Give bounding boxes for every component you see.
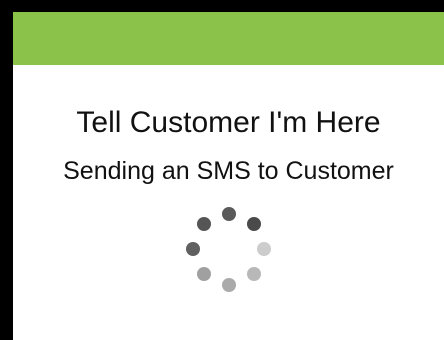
spinner-dot (186, 242, 200, 256)
spinner-dot (247, 267, 261, 281)
loading-spinner-icon (185, 206, 275, 296)
spinner-dot (257, 242, 271, 256)
spinner-dot (222, 278, 236, 292)
spinner-dot (247, 217, 261, 231)
page-title: Tell Customer I'm Here (76, 106, 381, 139)
dialog-panel: Tell Customer I'm Here Sending an SMS to… (13, 12, 444, 340)
status-message: Sending an SMS to Customer (63, 157, 394, 185)
spinner-dot (197, 267, 211, 281)
spinner-dot (197, 217, 211, 231)
header-bar (13, 12, 444, 65)
spinner-graphic (186, 207, 271, 292)
spinner-dot (222, 207, 236, 221)
